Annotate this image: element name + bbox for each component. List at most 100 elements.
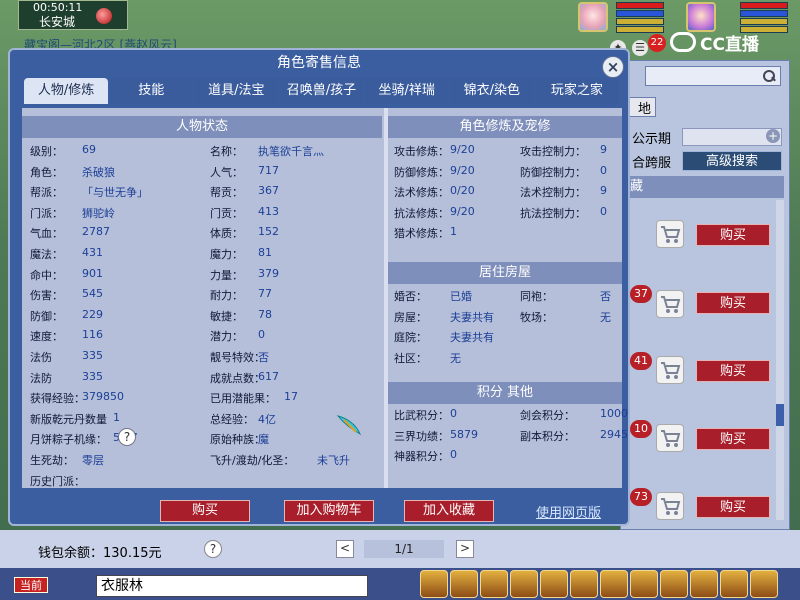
status-value: 367 xyxy=(258,184,279,198)
cart-icon[interactable] xyxy=(656,220,684,248)
player-status-bars xyxy=(616,2,664,36)
buy-button[interactable]: 购买 xyxy=(696,360,770,382)
status-label: 伤害： xyxy=(30,289,63,303)
status-label: 速度： xyxy=(30,330,63,344)
status-label: 角色： xyxy=(30,165,63,179)
feather-cursor-icon xyxy=(336,415,362,436)
plus-icon[interactable]: + xyxy=(766,129,780,143)
menu-icon[interactable] xyxy=(690,570,718,598)
compass-ball-icon[interactable] xyxy=(96,8,112,24)
close-button[interactable]: × xyxy=(602,56,624,78)
pet-portrait[interactable] xyxy=(686,2,716,32)
location-name: 长安城 xyxy=(39,15,76,29)
auction-scrollbar[interactable] xyxy=(776,200,784,520)
player-portrait[interactable] xyxy=(578,2,608,32)
period-label: 公示期 xyxy=(632,132,672,147)
status-label: 魔力： xyxy=(210,248,243,261)
info-label: 同袍： xyxy=(520,290,553,303)
menu-icon[interactable] xyxy=(630,570,658,598)
add-to-cart-button[interactable]: 加入购物车 xyxy=(284,500,374,522)
wallet-balance: 钱包余额：130.15元 xyxy=(38,546,162,561)
cultivation-header: 角色修炼及宠修 xyxy=(388,116,622,138)
status-label: 耐力： xyxy=(210,289,243,303)
menu-icon[interactable] xyxy=(570,570,598,598)
status-label: 历史门派： xyxy=(30,474,85,488)
tab-outfits[interactable]: 锦衣/染色 xyxy=(449,78,534,104)
status-label: 门贡： xyxy=(210,206,243,220)
auction-search-input[interactable] xyxy=(645,66,781,86)
menu-icon[interactable] xyxy=(510,570,538,598)
info-label: 防御修炼： xyxy=(394,165,449,179)
info-value: 0 xyxy=(600,163,607,177)
status-value: 「与世无争」 xyxy=(82,186,148,200)
info-value: 9 xyxy=(600,184,607,198)
status-value: 413 xyxy=(258,204,279,218)
prev-page-button[interactable]: < xyxy=(336,540,354,558)
status-label: 气血： xyxy=(30,227,63,241)
menu-icon[interactable] xyxy=(600,570,628,598)
info-label: 猎术修炼： xyxy=(394,227,449,241)
buy-button[interactable]: 购买 xyxy=(696,496,770,518)
status-label: 门派： xyxy=(30,206,63,220)
status-label: 帮派： xyxy=(30,186,63,200)
search-icon[interactable] xyxy=(762,69,776,83)
cc-live-logo: CC直播 xyxy=(670,30,759,55)
status-value: 901 xyxy=(82,266,103,280)
next-page-button[interactable]: > xyxy=(456,540,474,558)
housing-header: 居住房屋 xyxy=(388,262,622,284)
tab-character[interactable]: 人物/修炼 xyxy=(24,78,109,104)
menu-icon[interactable] xyxy=(540,570,568,598)
tab-mounts[interactable]: 坐骑/祥瑞 xyxy=(364,78,449,104)
auction-scrollbar-thumb[interactable] xyxy=(776,404,784,426)
status-label: 法伤 xyxy=(30,351,52,364)
tab-items[interactable]: 道具/法宝 xyxy=(194,78,279,104)
info-label: 法术控制力： xyxy=(520,186,586,200)
add-to-favorites-button[interactable]: 加入收藏 xyxy=(404,500,494,522)
status-label: 体质： xyxy=(210,227,243,241)
info-value: 否 xyxy=(600,290,611,303)
cart-icon[interactable] xyxy=(656,356,684,384)
status-value: 魔 xyxy=(258,433,269,447)
status-value: 431 xyxy=(82,246,103,259)
tab-skills[interactable]: 技能 xyxy=(109,78,194,104)
notification-badge[interactable]: 22 xyxy=(648,34,666,52)
cart-icon[interactable] xyxy=(656,290,684,318)
status-value: 2787 xyxy=(82,225,110,239)
buy-button[interactable]: 购买 xyxy=(696,428,770,450)
help-icon[interactable]: ? xyxy=(204,540,222,558)
menu-icon[interactable] xyxy=(480,570,508,598)
buy-button[interactable]: 购买 xyxy=(696,224,770,246)
menu-icon[interactable] xyxy=(750,570,778,598)
cross-server-label: 合跨服 xyxy=(632,156,672,171)
role-sale-dialog: 角色寄售信息 × 人物/修炼 技能 道具/法宝 召唤兽/孩子 坐骑/祥瑞 锦衣/… xyxy=(8,48,630,526)
info-value: 0 xyxy=(450,448,457,462)
status-value: 未飞升 xyxy=(317,454,350,467)
collection-header: 藏 xyxy=(624,176,784,198)
menu-icon[interactable] xyxy=(420,570,448,598)
tab-bar: 人物/修炼 技能 道具/法宝 召唤兽/孩子 坐骑/祥瑞 锦衣/染色 玩家之家 xyxy=(24,78,620,104)
web-version-link[interactable]: 使用网页版 xyxy=(536,502,601,521)
menu-icon[interactable] xyxy=(660,570,688,598)
chat-channel-button[interactable]: 当前 xyxy=(14,577,48,593)
status-value: 335 xyxy=(82,349,103,362)
settings-icon[interactable]: ☰ xyxy=(632,40,648,56)
info-value: 9/20 xyxy=(450,204,475,218)
tab-pets[interactable]: 召唤兽/孩子 xyxy=(279,78,364,104)
buy-button[interactable]: 购买 xyxy=(696,292,770,314)
advanced-search-button[interactable]: 高级搜索 xyxy=(682,151,782,171)
info-value: 无 xyxy=(450,351,461,365)
cc-logo-text: CC直播 xyxy=(700,34,759,55)
cart-icon[interactable] xyxy=(656,424,684,452)
page-indicator: 1/1 xyxy=(364,540,444,558)
buy-now-button[interactable]: 购买 xyxy=(160,500,250,522)
status-value: 零层 xyxy=(82,454,104,467)
tab-player-home[interactable]: 玩家之家 xyxy=(534,78,619,104)
status-label: 原始种族： xyxy=(210,433,265,447)
game-menu-icons xyxy=(420,570,800,600)
status-label: 法防 xyxy=(30,371,52,385)
help-icon[interactable]: ? xyxy=(118,428,136,446)
chat-input[interactable]: 衣服林 xyxy=(96,575,368,597)
cart-icon[interactable] xyxy=(656,492,684,520)
menu-icon[interactable] xyxy=(450,570,478,598)
menu-icon[interactable] xyxy=(720,570,748,598)
